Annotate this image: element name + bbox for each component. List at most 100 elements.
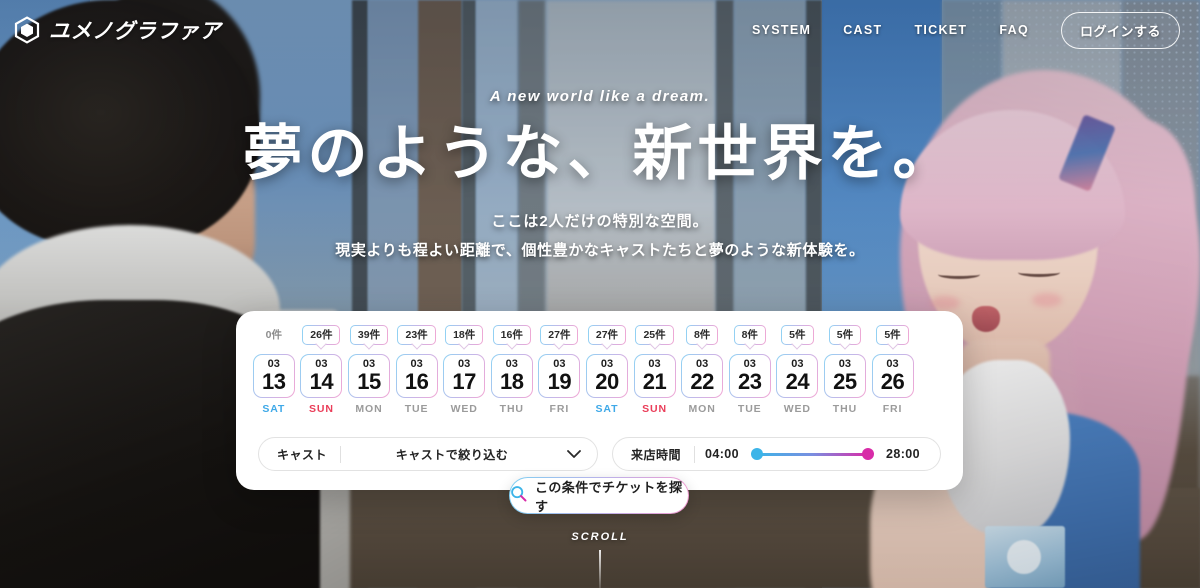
date-weekday: FRI [549,403,570,415]
date-day: 24 [785,368,810,394]
visit-time-end: 28:00 [886,447,920,461]
site-logo-text: ユメノグラファア [49,20,221,43]
date-weekday: WED [450,403,478,415]
hero-subtitle-1: ここは2人だけの特別な空間。 [491,213,709,230]
hero-eyebrow: A new world like a dream. [489,88,711,105]
visit-time-filter[interactable]: 来店時間 04:00 28:00 [612,437,941,471]
search-tickets-label: この条件でチケットを探す [535,479,683,514]
hero-title: 夢のような、新世界を。 [242,120,958,187]
cast-filter[interactable]: キャスト キャストで絞り込む [258,437,598,471]
date-cell[interactable]: 27件 03 19 FRI [536,321,584,415]
date-cell[interactable]: 8件 03 23 TUE [726,321,774,415]
visit-time-range-slider[interactable] [749,447,876,461]
date-count-badge: 27件 [588,325,626,345]
date-card[interactable]: 03 20 [586,354,628,398]
date-card[interactable]: 03 14 [300,354,342,398]
date-cell[interactable]: 25件 03 21 SUN [631,321,679,415]
date-card[interactable]: 03 16 [396,354,438,398]
date-picker: 0件 03 13 SAT 26件 03 14 SUN 39件 03 15 MON 23件 03 16 TUE 1… [250,321,949,415]
nav-item-faq[interactable]: FAQ [999,23,1029,37]
date-day: 26 [880,368,905,394]
date-weekday: SUN [308,403,334,415]
date-card[interactable]: 03 24 [776,354,818,398]
date-count-badge: 23件 [397,325,435,345]
date-cell[interactable]: 5件 03 25 THU [821,321,869,415]
date-card[interactable]: 03 18 [491,354,533,398]
ticket-search-panel: 0件 03 13 SAT 26件 03 14 SUN 39件 03 15 MON 23件 03 16 TUE 1… [236,311,963,490]
date-cell[interactable]: 26件 03 14 SUN [298,321,346,415]
date-count-badge-wrap: 26件 [302,321,340,349]
date-card[interactable]: 03 13 [253,354,295,398]
date-card[interactable]: 03 21 [634,354,676,398]
login-button[interactable]: ログインする [1060,11,1180,49]
date-day: 19 [547,368,572,394]
date-cell[interactable]: 23件 03 16 TUE [393,321,441,415]
date-picker-row: 0件 03 13 SAT 26件 03 14 SUN 39件 03 15 MON 23件 03 16 TUE 1… [250,321,949,415]
date-count-badge: 5件 [829,325,861,345]
date-day: 23 [737,368,762,394]
scroll-line [599,550,601,588]
date-count-badge: 26件 [302,325,340,345]
date-card[interactable]: 03 17 [443,354,485,398]
date-count-badge-wrap: 27件 [540,321,578,349]
date-cell[interactable]: 0件 03 13 SAT [250,321,298,415]
date-card[interactable]: 03 22 [681,354,723,398]
search-tickets-button[interactable]: この条件でチケットを探す [509,477,689,514]
date-day: 13 [262,368,286,394]
date-weekday: TUE [737,403,762,415]
chevron-down-icon[interactable] [563,449,597,459]
date-count-badge-wrap: 27件 [588,321,626,349]
date-count-badge-wrap: 16件 [493,321,531,349]
date-weekday: FRI [882,403,903,415]
scroll-label: SCROLL [571,531,629,543]
date-card[interactable]: 03 26 [872,354,914,398]
date-card[interactable]: 03 23 [729,354,771,398]
date-weekday: TUE [404,403,429,415]
date-day: 22 [690,368,714,394]
date-count-badge-wrap: 18件 [445,321,483,349]
site-logo[interactable]: ユメノグラファア [14,15,221,45]
nav-item-cast[interactable]: CAST [843,23,882,37]
date-count-badge: 16件 [493,325,531,345]
date-count-badge-wrap: 39件 [350,321,388,349]
date-weekday: SUN [642,403,667,415]
date-day: 25 [833,368,857,394]
date-count-badge-wrap: 5件 [876,321,908,349]
date-count-badge-wrap: 25件 [635,321,673,349]
date-weekday: MON [355,403,383,415]
date-cell[interactable]: 18件 03 17 WED [440,321,488,415]
date-count-badge-wrap: 23件 [397,321,435,349]
visit-time-label: 来店時間 [631,447,682,462]
date-cell[interactable]: 5件 03 26 FRI [869,321,917,415]
date-count-badge-wrap: 8件 [734,321,766,349]
date-count-badge-wrap: 0件 [258,321,289,349]
date-weekday: MON [688,403,716,415]
main-navigation: SYSTEM CAST TICKET FAQ ログインする [752,11,1180,49]
date-count-badge: 0件 [258,325,289,345]
date-day: 16 [404,368,429,394]
nav-item-system[interactable]: SYSTEM [752,23,811,37]
date-count-badge: 8件 [686,325,718,345]
date-weekday: SAT [262,403,286,415]
date-count-badge-wrap: 5件 [781,321,813,349]
slider-handle-end[interactable] [862,448,875,460]
date-card[interactable]: 03 19 [538,354,580,398]
date-count-badge-wrap: 5件 [829,321,861,349]
nav-item-ticket[interactable]: TICKET [914,23,967,37]
date-count-badge: 5件 [781,325,813,345]
date-card[interactable]: 03 15 [348,354,390,398]
date-weekday: SAT [595,403,619,415]
scroll-indicator: SCROLL [0,531,1200,588]
date-weekday: THU [832,403,858,415]
date-cell[interactable]: 8件 03 22 MON [678,321,726,415]
cast-filter-value: キャストで絞り込む [395,447,509,462]
date-cell[interactable]: 27件 03 20 SAT [583,321,631,415]
date-cell[interactable]: 5件 03 24 WED [774,321,822,415]
slider-handle-start[interactable] [751,448,763,460]
date-cell[interactable]: 39件 03 15 MON [345,321,393,415]
date-cell[interactable]: 16件 03 18 THU [488,321,536,415]
slider-track [757,452,869,456]
date-day: 14 [309,368,334,394]
date-card[interactable]: 03 25 [824,354,866,398]
date-weekday: WED [783,403,811,415]
